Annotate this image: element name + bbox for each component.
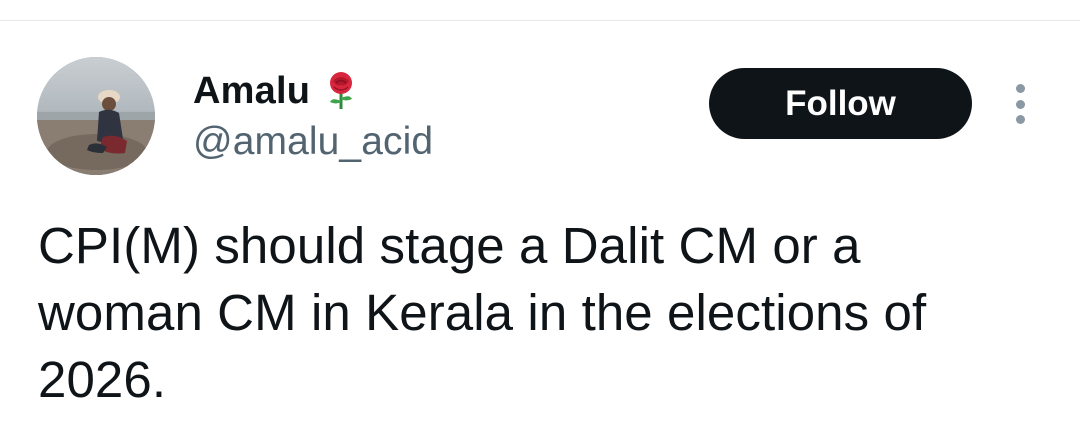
top-divider (0, 20, 1080, 21)
more-dot (1015, 84, 1025, 93)
follow-button[interactable]: Follow (709, 68, 972, 139)
more-dot (1015, 99, 1025, 109)
avatar-image (37, 57, 155, 175)
avatar[interactable] (37, 57, 155, 175)
author-name-row: Amalu (193, 68, 358, 114)
more-vertical-icon[interactable] (1006, 84, 1034, 124)
author-handle[interactable]: @amalu_acid (193, 120, 433, 164)
tweet-text: CPI(M) should stage a Dalit CM or a woma… (38, 217, 927, 408)
rose-icon (324, 71, 358, 111)
more-dot (1015, 115, 1025, 124)
display-name[interactable]: Amalu (193, 70, 310, 113)
